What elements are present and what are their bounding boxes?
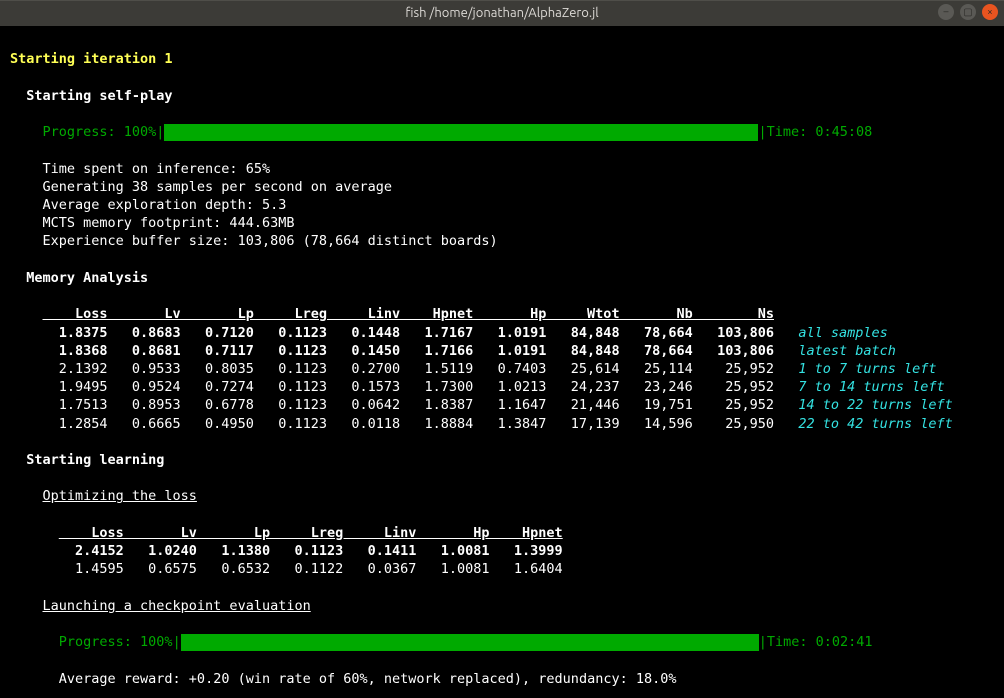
row-label: 1 to 7 turns left <box>774 361 937 377</box>
learning-table-body: 2.4152 1.0240 1.1380 0.1123 0.1411 1.008… <box>10 542 994 578</box>
eval-reward: Average reward: +0.20 (win rate of 60%, … <box>10 670 994 688</box>
stat-samples: Generating 38 samples per second on aver… <box>10 178 994 196</box>
row-label: 14 to 22 turns left <box>774 397 953 413</box>
progress-label: Progress: 100% <box>43 123 157 141</box>
row-label: all samples <box>774 325 888 341</box>
terminal-output: Starting iteration 1 Starting self-play … <box>0 26 1004 698</box>
memory-header: Memory Analysis <box>10 269 994 287</box>
close-button[interactable]: × <box>982 4 998 20</box>
progress-bar <box>181 634 759 651</box>
stat-buffer: Experience buffer size: 103,806 (78,664 … <box>10 232 994 250</box>
table-row: 2.4152 1.0240 1.1380 0.1123 0.1411 1.008… <box>10 542 994 560</box>
learning-header: Starting learning <box>10 451 994 469</box>
row-label: 7 to 14 turns left <box>774 379 945 395</box>
window-controls: – ▢ × <box>938 4 998 20</box>
minimize-button[interactable]: – <box>938 4 954 20</box>
selfplay-header: Starting self-play <box>10 87 994 105</box>
window-title-bar: fish /home/jonathan/AlphaZero.jl – ▢ × <box>0 0 1004 26</box>
progress-bar <box>164 124 758 141</box>
table-row: 1.8368 0.8681 0.7117 0.1123 0.1450 1.716… <box>10 342 994 360</box>
optimizing-header: Optimizing the loss <box>10 487 994 505</box>
learning-table-header: Loss Lv Lp Lreg Linv Hp Hpnet <box>10 524 994 542</box>
memory-table-header: Loss Lv Lp Lreg Linv Hpnet Hp Wtot Nb Ns <box>10 305 994 323</box>
row-label: 22 to 42 turns left <box>774 416 953 432</box>
row-label: latest batch <box>774 343 896 359</box>
eval-progress: Progress: 100%|| Time: 0:02:41 <box>10 633 994 651</box>
maximize-button[interactable]: ▢ <box>960 4 976 20</box>
iteration-header: Starting iteration 1 <box>10 50 994 68</box>
progress-label: Progress: 100% <box>59 633 173 651</box>
eval-header: Launching a checkpoint evaluation <box>10 597 994 615</box>
stat-depth: Average exploration depth: 5.3 <box>10 196 994 214</box>
selfplay-progress: Progress: 100%|| Time: 0:45:08 <box>10 123 994 141</box>
stat-inference: Time spent on inference: 65% <box>10 160 994 178</box>
table-row: 1.4595 0.6575 0.6532 0.1122 0.0367 1.008… <box>10 560 994 578</box>
progress-time: Time: 0:45:08 <box>767 123 873 141</box>
table-row: 1.9495 0.9524 0.7274 0.1123 0.1573 1.730… <box>10 378 994 396</box>
progress-time: Time: 0:02:41 <box>767 633 873 651</box>
table-row: 1.2854 0.6665 0.4950 0.1123 0.0118 1.888… <box>10 415 994 433</box>
table-row: 2.1392 0.9533 0.8035 0.1123 0.2700 1.511… <box>10 360 994 378</box>
window-title: fish /home/jonathan/AlphaZero.jl <box>405 5 598 23</box>
memory-table-body: 1.8375 0.8683 0.7120 0.1123 0.1448 1.716… <box>10 324 994 433</box>
table-row: 1.8375 0.8683 0.7120 0.1123 0.1448 1.716… <box>10 324 994 342</box>
table-row: 1.7513 0.8953 0.6778 0.1123 0.0642 1.838… <box>10 396 994 414</box>
stat-mcts: MCTS memory footprint: 444.63MB <box>10 214 994 232</box>
